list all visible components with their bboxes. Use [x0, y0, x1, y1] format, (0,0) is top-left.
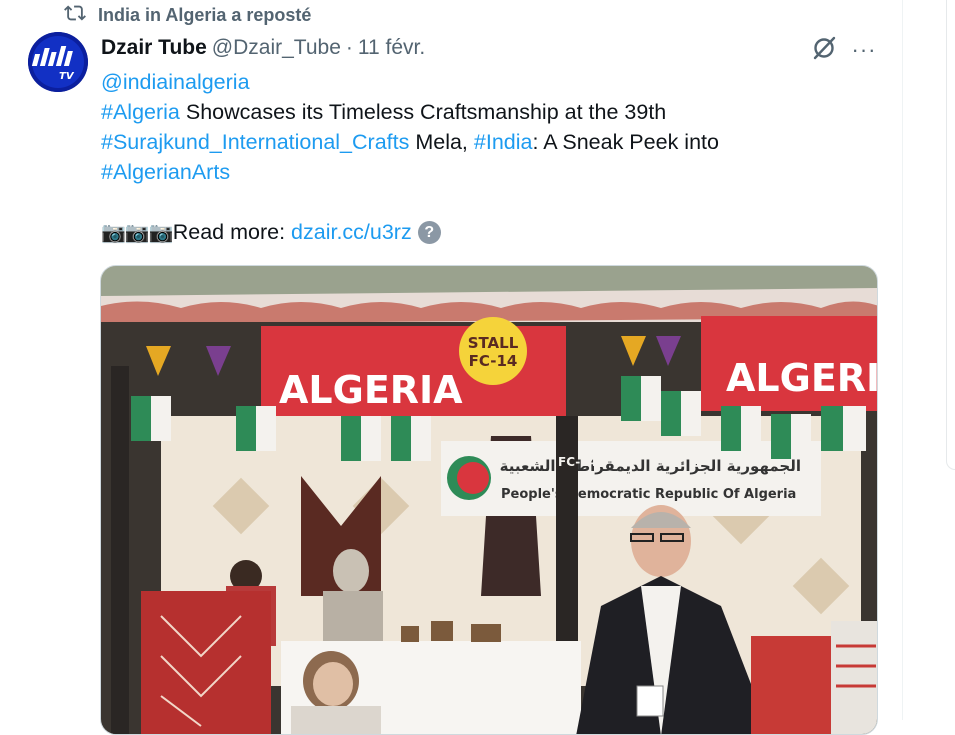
hashtag-algerianarts[interactable]: #AlgerianArts: [101, 160, 230, 184]
read-more-label: Read more:: [172, 220, 292, 244]
tweet-photo[interactable]: الجمهورية الجزائرية الديمقراطية الشعبية …: [100, 265, 878, 735]
banner-arabic-text: الجمهورية الجزائرية الديمقراطية الشعبية: [500, 457, 801, 475]
camera-emojis: 📷📷📷: [101, 222, 174, 244]
mention-link[interactable]: @indiainalgeria: [101, 70, 250, 94]
repost-context[interactable]: India in Algeria a reposté: [64, 3, 311, 27]
author-handle[interactable]: @Dzair_Tube: [212, 36, 341, 60]
author-name[interactable]: Dzair Tube: [101, 36, 207, 60]
sidebar-panel-edge: [946, 0, 955, 470]
avatar-logo-text: TV: [59, 71, 75, 82]
text-segment: Mela,: [409, 130, 474, 154]
text-segment: Showcases its Timeless Craftsmanship at …: [179, 100, 667, 124]
header-separator: ·: [345, 36, 353, 59]
hashtag-algeria[interactable]: #Algeria: [101, 100, 180, 124]
grok-button[interactable]: [808, 34, 840, 66]
hashtag-surajkund[interactable]: #Surajkund_International_Crafts: [101, 130, 409, 154]
tweet-text: @indiainalgeria #Algeria Showcases its T…: [101, 67, 861, 247]
tweet-header: Dzair Tube @Dzair_Tube · 11 févr.: [101, 34, 425, 62]
banner-french-text: People's Democratic Republic Of Algeria: [501, 487, 796, 502]
hashtag-india[interactable]: #India: [474, 130, 533, 154]
stall-label: STALL: [468, 334, 519, 352]
tweet-date[interactable]: 11 févr.: [358, 36, 425, 60]
more-options-button[interactable]: ···: [848, 34, 880, 66]
sign-algeria-right: ALGERI: [726, 356, 878, 400]
timeline-column: India in Algeria a reposté TV Dzair Tube…: [0, 0, 903, 735]
stall-number: FC-14: [469, 352, 518, 370]
repost-icon: [64, 2, 86, 29]
help-icon[interactable]: ?: [417, 221, 441, 244]
article-link[interactable]: dzair.cc/u3rz: [291, 220, 412, 244]
sign-algeria: ALGERIA: [279, 368, 463, 412]
grok-icon: [811, 35, 837, 66]
repost-label: India in Algeria a reposté: [98, 4, 312, 25]
text-segment: : A Sneak Peek into: [532, 130, 719, 154]
author-avatar[interactable]: TV: [28, 32, 88, 92]
pillar-label: FC-14: [558, 455, 597, 469]
